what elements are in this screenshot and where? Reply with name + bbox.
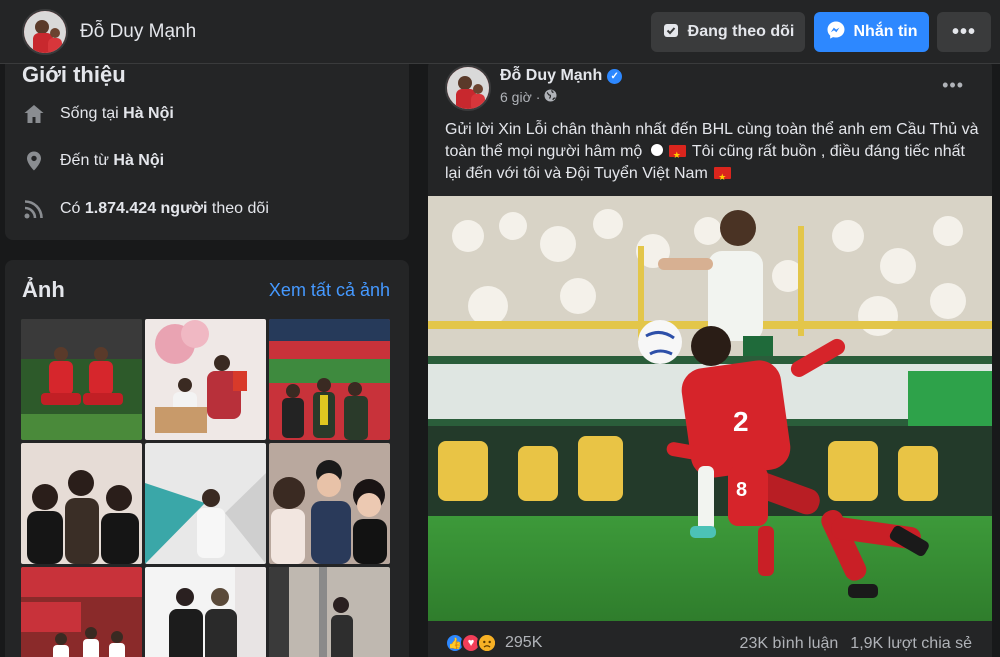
intro-from: Đến từ Hà Nội xyxy=(22,149,164,173)
intro-title: Giới thiệu xyxy=(22,62,126,87)
profile-header-bar: Đỗ Duy Mạnh Đang theo dõi Nhắn tin ••• xyxy=(0,0,1000,64)
post-photo[interactable]: 2 8 xyxy=(428,196,992,621)
svg-text:2: 2 xyxy=(733,406,749,437)
from-prefix: Đến từ xyxy=(60,152,114,169)
followers-prefix: Có xyxy=(60,200,85,217)
photos-title: Ảnh xyxy=(22,277,65,302)
profile-avatar[interactable] xyxy=(22,9,68,55)
svg-text:8: 8 xyxy=(736,479,747,501)
vietnam-flag-emoji-icon xyxy=(714,166,732,188)
post-author-name[interactable]: Đỗ Duy Mạnh xyxy=(500,67,602,85)
reaction-count: 295K xyxy=(505,634,543,651)
rss-followers-icon xyxy=(22,197,46,221)
post-options-button[interactable]: ••• xyxy=(942,75,964,96)
comment-count[interactable]: 23K bình luận xyxy=(740,635,839,653)
intro-card: Giới thiệu Sống tại Hà Nội Đến từ Hà Nội… xyxy=(5,40,409,240)
message-button[interactable]: Nhắn tin xyxy=(814,12,929,52)
from-city[interactable]: Hà Nội xyxy=(113,152,164,169)
followers-suffix: theo dõi xyxy=(207,200,269,217)
photo-thumbnail[interactable] xyxy=(21,567,142,657)
home-icon xyxy=(22,102,46,126)
sad-reaction-icon xyxy=(477,633,497,653)
more-options-button[interactable]: ••• xyxy=(937,12,991,52)
messenger-icon xyxy=(826,20,846,45)
following-label: Đang theo dõi xyxy=(687,23,795,40)
post-card: Đỗ Duy Mạnh ✓ 6 giờ · ••• Gửi lời Xin Lỗ… xyxy=(428,59,992,657)
photo-thumbnail[interactable] xyxy=(21,443,142,564)
verified-badge-icon: ✓ xyxy=(607,68,623,84)
globe-icon xyxy=(544,89,557,105)
post-footer: 👍 ♥ 295K 23K bình luận 1,9K lượt chia sẻ xyxy=(428,621,992,657)
meta-separator: · xyxy=(535,89,541,105)
intro-followers: Có 1.874.424 người theo dõi xyxy=(22,197,269,221)
post-author-avatar[interactable] xyxy=(445,65,491,111)
following-button[interactable]: Đang theo dõi xyxy=(651,12,805,52)
photo-thumbnail[interactable] xyxy=(145,319,266,440)
soccer-ball-emoji-icon xyxy=(648,142,665,158)
lives-in-prefix: Sống tại xyxy=(60,105,124,122)
post-time[interactable]: 6 giờ xyxy=(500,89,532,105)
photo-thumbnail[interactable] xyxy=(269,319,390,440)
post-text: Gửi lời Xin Lỗi chân thành nhất đến BHL … xyxy=(445,119,985,188)
share-count[interactable]: 1,9K lượt chia sẻ xyxy=(850,635,972,653)
following-check-icon xyxy=(662,21,680,44)
profile-name: Đỗ Duy Mạnh xyxy=(80,21,197,42)
photo-thumbnail[interactable] xyxy=(145,443,266,564)
photo-thumbnail[interactable] xyxy=(145,567,266,657)
lives-in-city[interactable]: Hà Nội xyxy=(123,105,174,122)
reactions-summary[interactable]: 👍 ♥ 295K xyxy=(445,633,542,653)
message-label: Nhắn tin xyxy=(853,23,918,40)
intro-lives-in: Sống tại Hà Nội xyxy=(22,102,174,126)
followers-count: 1.874.424 người xyxy=(84,200,208,217)
vietnam-flag-emoji-icon xyxy=(668,144,686,166)
photo-thumbnail[interactable] xyxy=(269,443,390,564)
photo-thumbnail[interactable] xyxy=(21,319,142,440)
location-pin-icon xyxy=(22,149,46,173)
post-author: Đỗ Duy Mạnh ✓ xyxy=(500,67,623,85)
photos-card: Ảnh Xem tất cả ảnh xyxy=(5,260,409,657)
photo-thumbnail[interactable] xyxy=(269,567,390,657)
see-all-photos-link[interactable]: Xem tất cả ảnh xyxy=(269,280,390,301)
post-meta: 6 giờ · xyxy=(500,89,557,105)
post-stats: 23K bình luận 1,9K lượt chia sẻ xyxy=(740,635,972,653)
